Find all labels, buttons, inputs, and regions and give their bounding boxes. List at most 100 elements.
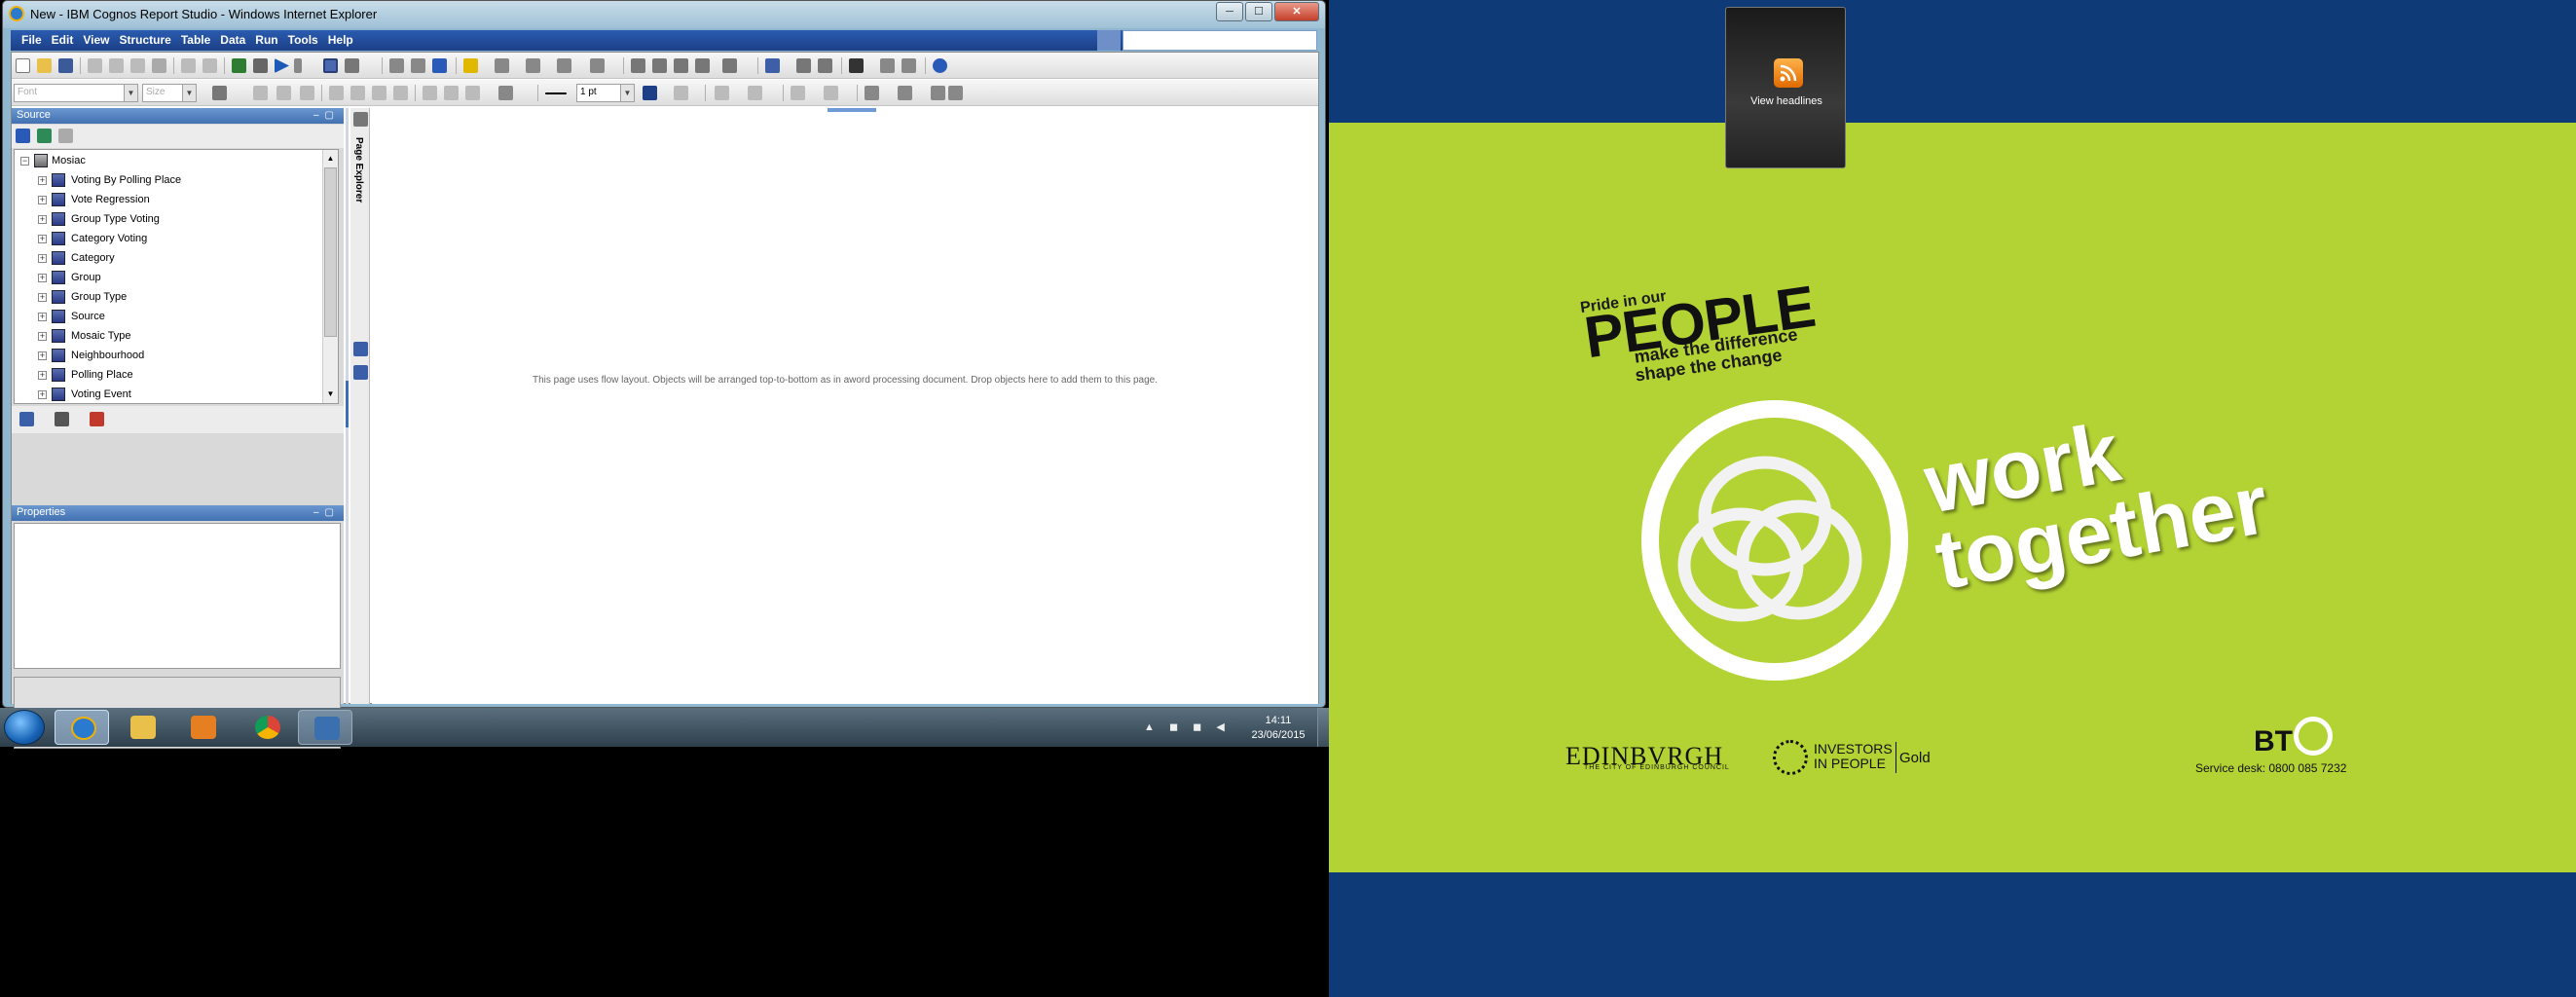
chart-icon[interactable] xyxy=(765,58,780,73)
font-color-icon[interactable] xyxy=(212,86,227,100)
list-icon[interactable] xyxy=(818,58,832,73)
padding-icon[interactable] xyxy=(715,86,729,100)
pick-style-icon[interactable] xyxy=(865,86,879,100)
menu-structure[interactable]: Structure xyxy=(114,30,175,50)
taskbar-cognos[interactable] xyxy=(298,710,352,745)
align-center-icon[interactable] xyxy=(350,86,365,100)
clock[interactable]: 14:11 23/06/2015 xyxy=(1234,714,1322,743)
merge-cells-icon[interactable] xyxy=(880,58,895,73)
run-dropdown-icon[interactable] xyxy=(294,58,302,73)
title-bar[interactable]: New - IBM Cognos Report Studio - Windows… xyxy=(3,1,1325,28)
run-report-icon[interactable] xyxy=(275,58,289,73)
margin-icon[interactable] xyxy=(748,86,762,100)
table-icon[interactable] xyxy=(849,58,864,73)
align-left-icon[interactable] xyxy=(329,86,344,100)
expand-icon[interactable]: + xyxy=(38,235,47,243)
underline-icon[interactable] xyxy=(300,86,314,100)
size-select[interactable]: Size ▼ xyxy=(142,84,197,102)
start-button[interactable] xyxy=(4,710,45,745)
view-metadata-tree-icon[interactable] xyxy=(16,129,30,143)
style-library-icon[interactable] xyxy=(948,86,963,100)
text-wrap-icon[interactable] xyxy=(791,86,805,100)
taskbar-explorer[interactable] xyxy=(115,710,169,745)
build-query-icon[interactable] xyxy=(232,58,246,73)
menu-search-box[interactable] xyxy=(1122,30,1317,51)
undo-icon[interactable] xyxy=(181,58,196,73)
sort-icon[interactable] xyxy=(495,58,509,73)
crosstab-icon[interactable] xyxy=(796,58,811,73)
menu-file[interactable]: File xyxy=(17,30,47,50)
split-cells-icon[interactable] xyxy=(902,58,916,73)
vertical-align-icon[interactable] xyxy=(423,86,437,100)
conditional-style-icon[interactable] xyxy=(824,86,838,100)
page-explorer-tab[interactable]: Page Explorer xyxy=(353,137,364,203)
tree-scrollbar[interactable]: ▲ ▼ xyxy=(322,150,338,403)
help-icon[interactable] xyxy=(933,58,947,73)
close-button[interactable]: ✕ xyxy=(1274,2,1319,21)
calculation-icon[interactable] xyxy=(590,58,605,73)
go-up-icon[interactable] xyxy=(432,58,447,73)
expand-icon[interactable]: + xyxy=(38,293,47,302)
menu-edit[interactable]: Edit xyxy=(47,30,79,50)
data-items-tab-icon[interactable] xyxy=(55,412,69,426)
sql-icon[interactable] xyxy=(253,58,268,73)
vertical-middle-icon[interactable] xyxy=(444,86,459,100)
page-explorer-icon[interactable] xyxy=(353,112,368,127)
new-icon[interactable] xyxy=(16,58,30,73)
justify-icon[interactable] xyxy=(393,86,408,100)
show-desktop-button[interactable] xyxy=(1317,708,1329,747)
back-icon[interactable] xyxy=(389,58,404,73)
expand-icon[interactable]: + xyxy=(38,332,47,341)
borders-icon[interactable] xyxy=(674,86,688,100)
summarize-icon[interactable] xyxy=(557,58,571,73)
aggregate-icon[interactable] xyxy=(526,58,540,73)
font-select[interactable]: Font ▼ xyxy=(14,84,138,102)
pane-controls-icon[interactable]: –▢ xyxy=(313,507,340,518)
pane-controls-icon[interactable]: –▢ xyxy=(313,110,340,121)
package-icon[interactable] xyxy=(37,129,52,143)
system-tray-icons[interactable]: ▲ ◼ ◼ ◀ xyxy=(1144,720,1231,733)
copy-icon[interactable] xyxy=(109,58,124,73)
filter-icon[interactable] xyxy=(463,58,478,73)
expand-icon[interactable]: + xyxy=(38,254,47,263)
pivot-icon[interactable] xyxy=(652,58,667,73)
expand-icon[interactable]: + xyxy=(38,274,47,282)
taskbar-ie[interactable] xyxy=(55,710,109,745)
paste-icon[interactable] xyxy=(130,58,145,73)
expand-icon[interactable]: + xyxy=(38,196,47,204)
minimize-button[interactable]: ─ xyxy=(1216,2,1243,21)
expand-icon[interactable]: + xyxy=(38,390,47,399)
menu-data[interactable]: Data xyxy=(215,30,250,50)
redo-icon[interactable] xyxy=(202,58,217,73)
canvas-drag-handle[interactable] xyxy=(828,108,876,112)
collapse-icon[interactable]: − xyxy=(20,157,29,166)
border-width-select[interactable]: 1 pt ▼ xyxy=(576,84,635,102)
scroll-up-icon[interactable]: ▲ xyxy=(324,152,337,166)
expand-icon[interactable]: + xyxy=(38,176,47,185)
vertical-bottom-icon[interactable] xyxy=(465,86,480,100)
menu-table[interactable]: Table xyxy=(176,30,215,50)
border-color-icon[interactable] xyxy=(643,86,657,100)
expand-icon[interactable]: + xyxy=(38,351,47,360)
pane-splitter[interactable] xyxy=(346,108,349,704)
expand-icon[interactable]: + xyxy=(38,313,47,321)
align-right-icon[interactable] xyxy=(372,86,386,100)
reset-style-icon[interactable] xyxy=(931,86,945,100)
forward-icon[interactable] xyxy=(411,58,425,73)
cut-icon[interactable] xyxy=(88,58,102,73)
background-color-icon[interactable] xyxy=(498,86,513,100)
italic-icon[interactable] xyxy=(276,86,291,100)
page-layout-icon[interactable] xyxy=(345,58,359,73)
scroll-thumb[interactable] xyxy=(324,167,337,337)
save-icon[interactable] xyxy=(58,58,73,73)
query-explorer-icon[interactable] xyxy=(353,342,368,356)
bold-icon[interactable] xyxy=(253,86,268,100)
lock-page-objects-icon[interactable] xyxy=(323,58,338,73)
taskbar-media-player[interactable] xyxy=(175,710,230,745)
delete-icon[interactable] xyxy=(152,58,166,73)
menu-view[interactable]: View xyxy=(78,30,114,50)
apply-style-icon[interactable] xyxy=(898,86,912,100)
menu-tools[interactable]: Tools xyxy=(283,30,323,50)
menu-help[interactable]: Help xyxy=(323,30,358,50)
maximize-button[interactable]: ☐ xyxy=(1245,2,1272,21)
